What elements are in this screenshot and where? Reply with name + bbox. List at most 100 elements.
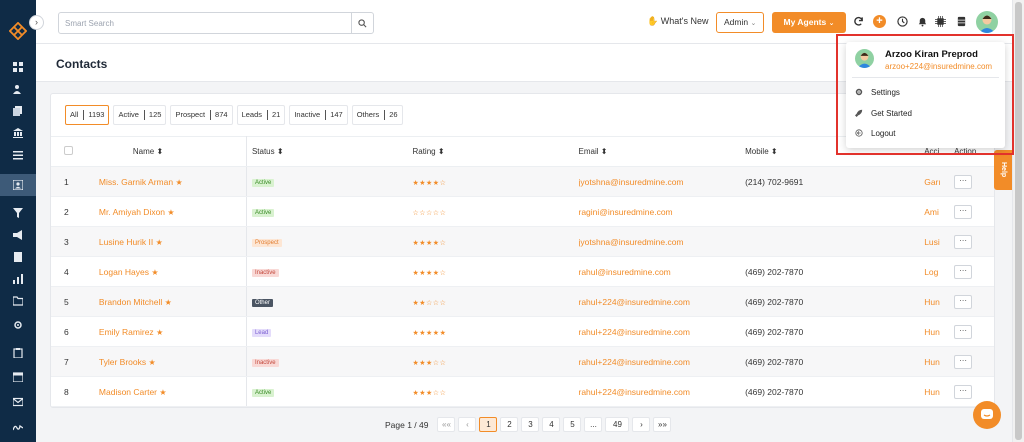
refresh-icon[interactable]	[853, 16, 864, 27]
col-name[interactable]: Name ⬍	[84, 136, 247, 167]
filter-inactive[interactable]: Inactive 147	[289, 105, 348, 125]
nav-dashboard-icon[interactable]	[0, 56, 36, 78]
page-button[interactable]: 3	[521, 417, 540, 432]
nav-mail-icon[interactable]	[0, 391, 36, 413]
more-actions-button[interactable]: ···	[954, 264, 973, 279]
next-page-button[interactable]: ›	[632, 417, 651, 432]
collapse-nav-button[interactable]: ›	[29, 15, 44, 30]
table-row[interactable]: 7 Tyler Brooks ★ Inactive ★★★☆☆ rahul+224@in…	[51, 346, 994, 377]
chat-button[interactable]	[973, 401, 1001, 429]
page-button[interactable]: 4	[542, 417, 561, 432]
contact-name-link[interactable]: Lusine Hurik II	[99, 237, 153, 247]
email-link[interactable]: rahul+224@insuredmine.com	[579, 387, 690, 397]
my-agents-button[interactable]: My Agents ⌄	[772, 12, 846, 33]
table-row[interactable]: 1 Miss. Garnik Arman ★ Active ★★★★☆ jyotshna…	[51, 166, 994, 197]
page-button[interactable]: 5	[563, 417, 582, 432]
user-avatar[interactable]	[976, 11, 998, 33]
nav-chart-icon[interactable]	[0, 268, 36, 290]
page-button[interactable]: 1	[479, 417, 498, 432]
contact-name-link[interactable]: Logan Hayes	[99, 267, 149, 277]
nav-clipboard-icon[interactable]	[0, 342, 36, 364]
account-link[interactable]: Garı	[924, 177, 941, 187]
account-link[interactable]: Lusi	[924, 237, 940, 247]
email-link[interactable]: rahul+224@insuredmine.com	[579, 327, 690, 337]
search-button[interactable]	[351, 13, 373, 33]
first-page-button[interactable]: ««	[437, 417, 456, 432]
favorite-star-icon[interactable]: ★	[149, 358, 156, 367]
nav-signature-icon[interactable]	[0, 416, 36, 438]
rating-stars[interactable]: ★★★☆☆	[412, 360, 446, 367]
email-link[interactable]: rahul+224@insuredmine.com	[579, 357, 690, 367]
filter-prospect[interactable]: Prospect 874	[170, 105, 233, 125]
add-icon[interactable]: +	[873, 15, 886, 28]
select-all-checkbox[interactable]	[64, 146, 73, 155]
contact-name-link[interactable]: Brandon Mitchell	[99, 297, 162, 307]
chip-icon[interactable]	[935, 16, 946, 27]
logo-icon[interactable]	[9, 22, 27, 40]
favorite-star-icon[interactable]: ★	[165, 298, 172, 307]
account-link[interactable]: Hun	[924, 387, 940, 397]
account-link[interactable]: Log	[924, 267, 938, 277]
nav-filter-icon[interactable]	[0, 202, 36, 224]
nav-document-icon[interactable]	[0, 246, 36, 268]
contact-name-link[interactable]: Miss. Garnik Arman	[99, 177, 173, 187]
favorite-star-icon[interactable]: ★	[159, 388, 166, 397]
rating-stars[interactable]: ★★★☆☆	[412, 390, 446, 397]
email-link[interactable]: jyotshna@insuredmine.com	[579, 177, 684, 187]
more-actions-button[interactable]: ···	[954, 204, 973, 219]
page-button[interactable]: 2	[500, 417, 519, 432]
contact-name-link[interactable]: Mr. Amiyah Dixon	[99, 207, 165, 217]
filter-active[interactable]: Active 125	[113, 105, 167, 125]
rating-stars[interactable]: ★★★★☆	[412, 180, 446, 187]
email-link[interactable]: rahul+224@insuredmine.com	[579, 297, 690, 307]
admin-select[interactable]: Admin ⌄	[716, 12, 764, 33]
nav-contacts-icon[interactable]	[0, 174, 36, 196]
rating-stars[interactable]: ★★★★★	[412, 330, 446, 337]
nav-bank-icon[interactable]	[0, 122, 36, 144]
favorite-star-icon[interactable]: ★	[167, 208, 174, 217]
nav-users-icon[interactable]	[0, 78, 36, 100]
page-button[interactable]: 49	[605, 417, 630, 432]
filter-all[interactable]: All 1193	[65, 105, 110, 125]
nav-megaphone-icon[interactable]	[0, 224, 36, 246]
favorite-star-icon[interactable]: ★	[151, 268, 158, 277]
col-status[interactable]: Status ⬍	[246, 136, 413, 167]
account-link[interactable]: Hun	[924, 357, 940, 367]
contact-name-link[interactable]: Tyler Brooks	[99, 357, 146, 367]
last-page-button[interactable]: »»	[653, 417, 672, 432]
rating-stars[interactable]: ★★★★☆	[412, 270, 446, 277]
more-actions-button[interactable]: ···	[954, 234, 973, 249]
email-link[interactable]: ragini@insuredmine.com	[579, 207, 673, 217]
more-actions-button[interactable]: ···	[954, 324, 973, 339]
nav-folder-icon[interactable]	[0, 290, 36, 312]
rating-stars[interactable]: ★★☆☆☆	[412, 300, 446, 307]
scrollbar-thumb[interactable]	[1015, 2, 1022, 440]
account-link[interactable]: Hun	[924, 327, 940, 337]
menu-item-settings[interactable]: Settings	[855, 85, 900, 99]
bell-icon[interactable]	[917, 16, 928, 27]
email-link[interactable]: rahul@insuredmine.com	[579, 267, 671, 277]
table-row[interactable]: 3 Lusine Hurik II ★ Prospect ★★★★☆ jyotshna@…	[51, 226, 994, 257]
filter-others[interactable]: Others 26	[351, 105, 403, 125]
more-actions-button[interactable]: ···	[954, 174, 973, 189]
nav-copy-icon[interactable]	[0, 100, 36, 122]
menu-item-logout[interactable]: Logout	[855, 126, 895, 140]
table-row[interactable]: 5 Brandon Mitchell ★ Other ★★☆☆☆ rahul+224@i…	[51, 286, 994, 317]
table-row[interactable]: 8 Madison Carter ★ Active ★★★☆☆ rahul+224@in…	[51, 376, 994, 407]
favorite-star-icon[interactable]: ★	[156, 328, 163, 337]
search-input[interactable]	[59, 13, 327, 33]
email-link[interactable]: jyotshna@insuredmine.com	[579, 237, 684, 247]
help-tab[interactable]: Help	[994, 150, 1012, 190]
page-scrollbar[interactable]	[1012, 0, 1024, 442]
menu-item-get-started[interactable]: Get Started	[855, 106, 912, 120]
prev-page-button[interactable]: ‹	[458, 417, 477, 432]
database-icon[interactable]	[956, 16, 967, 27]
nav-calendar-icon[interactable]	[0, 366, 36, 388]
col-rating[interactable]: Rating ⬍	[412, 136, 579, 167]
contact-name-link[interactable]: Madison Carter	[99, 387, 157, 397]
account-link[interactable]: Ami	[924, 207, 939, 217]
table-row[interactable]: 4 Logan Hayes ★ Inactive ★★★★☆ rahul@insured…	[51, 256, 994, 287]
account-link[interactable]: Hun	[924, 297, 940, 307]
more-actions-button[interactable]: ···	[954, 294, 973, 309]
favorite-star-icon[interactable]: ★	[175, 178, 182, 187]
